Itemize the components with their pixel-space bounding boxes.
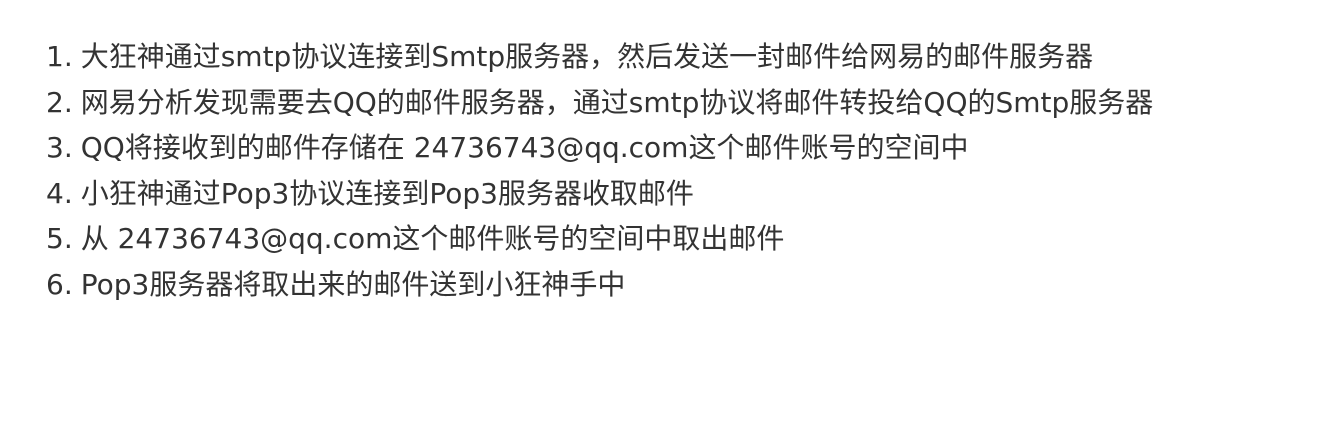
step-text: Pop3服务器将取出来的邮件送到小狂神手中: [80, 267, 626, 301]
list-item-step-4: 4. 小狂神通过Pop3协议连接到Pop3服务器收取邮件: [46, 171, 1316, 217]
step-text: QQ将接收到的邮件存储在 24736743@qq.com这个邮件账号的空间中: [80, 131, 969, 164]
document-content: 1. 大狂神通过smtp协议连接到Smtp服务器，然后发送一封邮件给网易的邮件服…: [46, 34, 1316, 307]
email-flow-steps-list: 1. 大狂神通过smtp协议连接到Smtp服务器，然后发送一封邮件给网易的邮件服…: [46, 34, 1316, 307]
step-number: 2.: [46, 85, 73, 119]
list-item-step-3: 3. QQ将接收到的邮件存储在 24736743@qq.com这个邮件账号的空间…: [46, 125, 1316, 171]
step-text: 从 24736743@qq.com这个邮件账号的空间中取出邮件: [80, 222, 785, 255]
step-number: 4.: [46, 176, 73, 210]
step-number: 1.: [46, 40, 73, 73]
step-number: 3.: [46, 131, 73, 164]
list-item-step-5: 5. 从 24736743@qq.com这个邮件账号的空间中取出邮件: [46, 216, 1316, 262]
step-number: 6.: [46, 267, 73, 301]
list-item-step-1: 1. 大狂神通过smtp协议连接到Smtp服务器，然后发送一封邮件给网易的邮件服…: [46, 34, 1316, 80]
step-text: 大狂神通过smtp协议连接到Smtp服务器，然后发送一封邮件给网易的邮件服务器: [80, 40, 1094, 73]
list-item-step-2: 2. 网易分析发现需要去QQ的邮件服务器，通过smtp协议将邮件转投给QQ的Sm…: [46, 80, 1316, 126]
step-text: 小狂神通过Pop3协议连接到Pop3服务器收取邮件: [80, 176, 694, 210]
step-number: 5.: [46, 222, 73, 255]
step-text: 网易分析发现需要去QQ的邮件服务器，通过smtp协议将邮件转投给QQ的Smtp服…: [80, 85, 1154, 119]
list-item-step-6: 6. Pop3服务器将取出来的邮件送到小狂神手中: [46, 262, 1316, 308]
